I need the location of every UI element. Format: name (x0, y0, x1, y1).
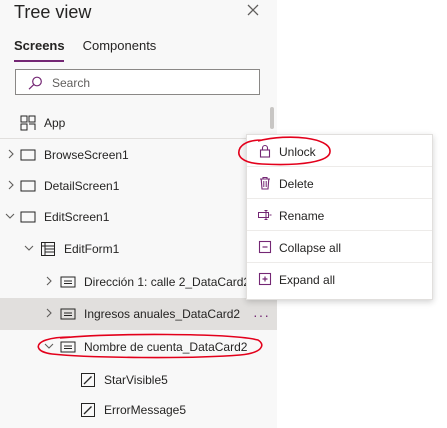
menu-item-unlock[interactable]: Unlock (247, 135, 432, 167)
edit-text-icon (81, 373, 95, 387)
chevron-down-icon[interactable] (24, 243, 34, 253)
chevron-right-icon[interactable] (6, 180, 16, 190)
tree-item-label: DetailScreen1 (44, 179, 120, 193)
chevron-down-icon[interactable] (44, 341, 54, 351)
edit-text-icon (81, 403, 95, 417)
app-icon (20, 115, 36, 131)
chevron-right-icon[interactable] (44, 308, 54, 318)
menu-item-label: Unlock (279, 145, 316, 159)
tree-item-label: EditForm1 (64, 242, 120, 256)
context-menu: Unlock Delete Rename Collapse all Expand… (246, 134, 433, 300)
tree-item-app[interactable]: App (0, 107, 277, 138)
tree-item-label: EditScreen1 (44, 210, 110, 224)
panel-title: Tree view (14, 2, 92, 22)
screen-icon (20, 149, 36, 161)
tree-item-detail-screen[interactable]: DetailScreen1 (0, 170, 277, 201)
menu-item-label: Collapse all (279, 241, 342, 255)
tree-item-errormessage[interactable]: ErrorMessage5 (0, 394, 277, 425)
tree-item-starvisible[interactable]: StarVisible5 (0, 364, 277, 395)
menu-item-collapse-all[interactable]: Collapse all (247, 231, 432, 263)
tree-item-edit-form[interactable]: EditForm1 (0, 233, 277, 264)
menu-item-label: Rename (279, 209, 325, 223)
menu-item-label: Expand all (279, 273, 336, 287)
tree-item-datacard-nombre[interactable]: Nombre de cuenta_DataCard2 (0, 331, 277, 362)
tab-components[interactable]: Components (83, 38, 157, 58)
chevron-right-icon[interactable] (44, 276, 54, 286)
lock-icon (259, 144, 271, 158)
active-tab-indicator (14, 60, 64, 62)
form-icon (41, 242, 55, 256)
trash-icon (260, 176, 270, 190)
tab-bar: Screens Components (14, 38, 174, 58)
search-placeholder: Search (52, 76, 91, 90)
tree-item-label: StarVisible5 (104, 373, 168, 387)
chevron-right-icon[interactable] (6, 149, 16, 159)
datacard-icon (60, 276, 76, 288)
tree-item-label: Dirección 1: calle 2_DataCard2 (84, 275, 251, 289)
tree-item-edit-screen[interactable]: EditScreen1 (0, 201, 277, 232)
screen-icon (20, 180, 36, 192)
close-icon[interactable] (245, 2, 261, 18)
tree-item-label: Nombre de cuenta_DataCard2 (84, 340, 248, 354)
tree-item-browse-screen[interactable]: BrowseScreen1 (0, 139, 277, 170)
screen-icon (20, 211, 36, 223)
search-icon (28, 76, 42, 90)
tree-item-datacard-direccion[interactable]: Dirección 1: calle 2_DataCard2 (0, 266, 277, 297)
datacard-icon (60, 308, 76, 320)
tree-item-datacard-ingresos[interactable]: Ingresos anuales_DataCard2 (0, 298, 277, 330)
menu-item-expand-all[interactable]: Expand all (247, 263, 432, 297)
more-options-icon[interactable]: ··· (253, 307, 270, 323)
collapse-icon (258, 240, 272, 254)
rename-icon (258, 210, 272, 220)
tab-screens[interactable]: Screens (14, 38, 65, 58)
expand-icon (258, 272, 272, 286)
tree-view-panel: Tree view Screens Components Search App (0, 0, 277, 428)
datacard-icon (60, 341, 76, 353)
tree-item-label: App (44, 116, 66, 130)
menu-item-label: Delete (279, 177, 314, 191)
tree-item-label: BrowseScreen1 (44, 148, 129, 162)
menu-item-rename[interactable]: Rename (247, 199, 432, 231)
menu-item-delete[interactable]: Delete (247, 167, 432, 199)
tree-item-label: Ingresos anuales_DataCard2 (84, 307, 241, 321)
chevron-down-icon[interactable] (5, 211, 15, 221)
tree-item-label: ErrorMessage5 (104, 403, 187, 417)
search-input[interactable]: Search (15, 69, 260, 95)
